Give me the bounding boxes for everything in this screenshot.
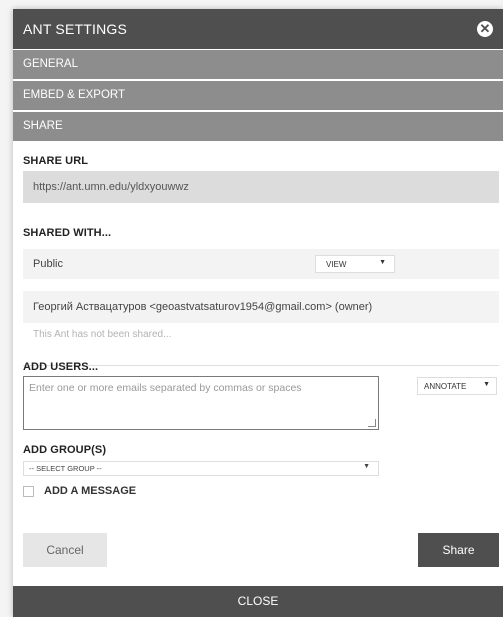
add-users-placeholder: Enter one or more emails separated by co… [29,382,302,394]
share-url-label: SHARE URL [23,155,89,167]
accordion-embed-export-label: EMBED & EXPORT [23,89,126,101]
share-url-value: https://ant.umn.edu/yldxyouwwz [33,181,189,193]
close-icon[interactable]: ✕ [477,21,493,37]
group-select-value: -- SELECT GROUP -- [29,464,102,473]
shared-row-public: Public VIEW ▼ [23,249,499,279]
accordion-general-label: GENERAL [23,58,78,70]
chevron-down-icon: ▼ [363,463,370,470]
ant-settings-modal: ANT SETTINGS ✕ GENERAL EMBED & EXPORT SH… [13,9,503,617]
modal-title-bar: ANT SETTINGS ✕ [13,9,503,49]
share-url-field[interactable]: https://ant.umn.edu/yldxyouwwz [23,171,499,203]
not-shared-note: This Ant has not been shared... [33,329,172,340]
share-button[interactable]: Share [418,533,499,567]
add-users-permission-select[interactable]: ANNOTATE ▼ [417,377,497,395]
modal-title: ANT SETTINGS [23,21,128,37]
add-users-permission-value: ANNOTATE [424,382,467,391]
add-groups-label: ADD GROUP(S) [23,444,107,456]
owner-entry: Георгий Аствацатуров <geoastvatsaturov19… [33,301,373,313]
accordion-general[interactable]: GENERAL [13,50,503,79]
public-label: Public [33,258,63,270]
shared-with-label: SHARED WITH... [23,227,112,239]
add-users-textarea[interactable]: Enter one or more emails separated by co… [23,376,379,430]
chevron-down-icon: ▼ [379,259,386,266]
accordion-embed-export[interactable]: EMBED & EXPORT [13,81,503,110]
close-button-label: CLOSE [237,594,279,608]
accordion-share[interactable]: SHARE [13,112,503,141]
add-message-checkbox[interactable] [23,486,34,497]
public-permission-value: VIEW [326,260,347,269]
resize-handle-icon[interactable] [368,419,376,427]
chevron-down-icon: ▼ [483,381,490,388]
group-select[interactable]: -- SELECT GROUP -- ▼ [23,461,379,476]
public-permission-select[interactable]: VIEW ▼ [315,255,395,273]
shared-row-owner: Георгий Аствацатуров <geoastvatsaturov19… [23,291,499,323]
add-users-label: ADD USERS... [23,361,99,373]
cancel-button[interactable]: Cancel [23,533,107,567]
close-button[interactable]: CLOSE [13,586,503,617]
accordion-share-label: SHARE [23,120,63,132]
add-message-label: ADD A MESSAGE [44,485,137,497]
